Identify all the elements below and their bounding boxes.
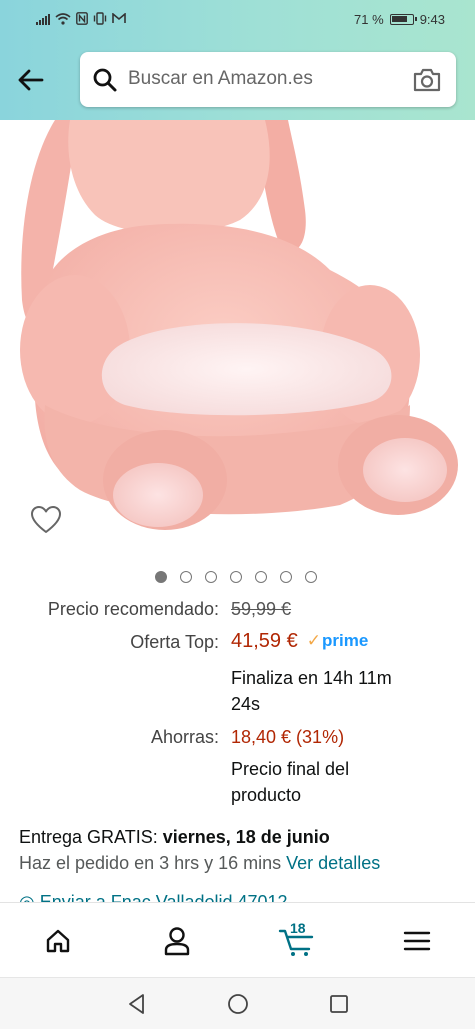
home-icon xyxy=(46,929,70,953)
vibrate-icon xyxy=(93,12,107,25)
back-arrow-icon[interactable] xyxy=(12,62,48,98)
account-icon xyxy=(164,927,190,956)
status-left-icons xyxy=(36,12,126,25)
system-nav-bar xyxy=(0,977,475,1029)
carousel-dot[interactable] xyxy=(205,571,217,583)
system-back-icon[interactable] xyxy=(124,991,150,1017)
top-header: 71 % 9:43 xyxy=(0,0,475,120)
see-details-link[interactable]: Ver detalles xyxy=(286,853,380,873)
carousel-indicator xyxy=(155,571,317,583)
location-pin-icon: ◎ xyxy=(19,893,40,902)
clock: 9:43 xyxy=(419,12,445,27)
product-page: 71 % 9:43 Buscar en Amazon.es Precio rec… xyxy=(0,0,475,1029)
menu-icon xyxy=(403,931,431,951)
bunny-chair-illustration xyxy=(20,120,458,530)
deal-ends-line1: Finaliza en 14h 11m xyxy=(231,668,392,688)
search-icon xyxy=(93,68,117,92)
prime-badge: ✓ prime xyxy=(307,629,369,653)
final-price-note-line2: producto xyxy=(231,785,302,805)
nfc-icon xyxy=(76,12,88,25)
final-price-note-line1: Precio final del xyxy=(231,759,350,779)
nav-home[interactable] xyxy=(38,921,78,961)
nav-menu[interactable] xyxy=(397,921,437,961)
delivery-prefix: Entrega GRATIS: xyxy=(19,827,163,847)
carousel-dot[interactable] xyxy=(280,571,292,583)
delivery-date: viernes, 18 de junio xyxy=(162,827,330,847)
camera-icon[interactable] xyxy=(412,67,442,93)
prime-label: prime xyxy=(322,631,369,650)
offer-price: 41,59 € xyxy=(231,630,298,652)
carousel-dot[interactable] xyxy=(255,571,267,583)
prime-check-icon: ✓ xyxy=(306,631,321,650)
gmail-icon xyxy=(112,13,126,23)
location-peek[interactable]: ◎ Enviar a Fnac Valladolid 47012 xyxy=(19,893,459,902)
carousel-dot[interactable] xyxy=(305,571,317,583)
carousel-dot[interactable] xyxy=(230,571,242,583)
savings-value: 18,40 € (31%) xyxy=(231,727,345,747)
system-recents-icon[interactable] xyxy=(326,991,352,1017)
product-image[interactable] xyxy=(0,120,475,565)
recommended-price-label: Precio recomendado: xyxy=(47,599,219,619)
battery-percent: 71 % xyxy=(354,12,384,27)
status-right: 71 % 9:43 xyxy=(354,12,445,27)
bottom-nav xyxy=(0,902,475,977)
location-text: Enviar a Fnac Valladolid 47012 xyxy=(40,893,288,902)
savings-label: Ahorras: xyxy=(150,727,219,747)
wifi-icon xyxy=(55,12,71,25)
signal-icon xyxy=(36,13,50,25)
deal-ends-line2: 24s xyxy=(231,694,261,714)
nav-account[interactable] xyxy=(157,921,197,961)
delivery-line: Entrega GRATIS: viernes, 18 de junio xyxy=(19,824,380,850)
delivery-info: Entrega GRATIS: viernes, 18 de junio Haz… xyxy=(19,824,380,876)
carousel-dot[interactable] xyxy=(155,571,167,583)
recommended-price: 59,99 € xyxy=(231,599,292,619)
offer-price-line: 41,59 € ✓ prime xyxy=(231,629,368,653)
cart-count-badge: 18 xyxy=(290,920,306,936)
carousel-dot[interactable] xyxy=(180,571,192,583)
order-deadline: Haz el pedido en 3 hrs y 16 mins xyxy=(19,853,287,873)
system-home-icon[interactable] xyxy=(225,991,251,1017)
wishlist-heart-icon[interactable] xyxy=(30,505,62,535)
search-input[interactable] xyxy=(128,64,398,94)
battery-icon xyxy=(389,14,417,25)
order-by-line: Haz el pedido en 3 hrs y 16 mins Ver det… xyxy=(19,850,380,876)
offer-label: Oferta Top: xyxy=(130,632,219,652)
search-bar[interactable] xyxy=(80,52,456,107)
status-bar: 71 % 9:43 xyxy=(0,0,475,38)
